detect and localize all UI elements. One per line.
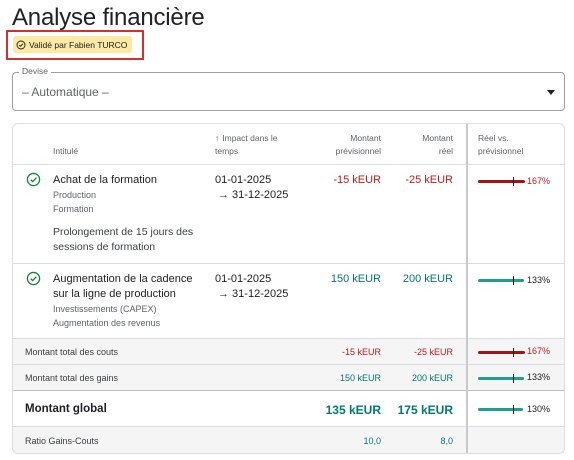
header-impact-line2: temps <box>215 146 239 156</box>
row-description-line2: sessions de formation <box>53 241 156 253</box>
row-end-date: → 31-12-2025 <box>218 288 289 300</box>
costs-total-actual: -25 kEUR <box>413 347 453 357</box>
costs-total-label: Montant total des couts <box>25 347 119 357</box>
row-actual: 200 kEUR <box>402 273 453 285</box>
validation-highlight: Validé par Fabien TURCO <box>6 30 144 60</box>
ratio-row-label: Ratio Gains-Couts <box>25 436 99 446</box>
row-end-date: → 31-12-2025 <box>218 189 289 201</box>
row-forecast: 150 kEUR <box>330 273 381 285</box>
ratio-column-divider <box>466 124 468 453</box>
global-total-actual: 175 kEUR <box>397 403 453 417</box>
global-total-forecast: 135 kEUR <box>325 403 381 417</box>
gains-total-actual: 200 kEUR <box>411 373 453 383</box>
validation-label: Validé par Fabien TURCO <box>29 39 128 50</box>
header-actual[interactable]: Montant réel <box>393 132 453 158</box>
header-impact[interactable]: ↑ Impact dans le temps <box>215 132 278 158</box>
costs-total-forecast: -15 kEUR <box>341 347 381 357</box>
header-forecast-line2: prévisionnel <box>335 146 381 156</box>
check-circle-icon <box>16 40 26 50</box>
ratio-label: 167% <box>527 176 551 186</box>
row-category: Production <box>53 190 97 200</box>
row-description: Prolongement de 15 jours des sessions de… <box>53 225 193 255</box>
page-title: Analyse financière <box>12 4 205 31</box>
ratio-bar <box>478 180 525 183</box>
row-title[interactable]: Achat de la formation <box>53 173 157 188</box>
check-circle-icon <box>26 271 41 286</box>
currency-select-value: – Automatique – <box>22 85 109 99</box>
ratio-bar <box>478 408 523 411</box>
gains-total-forecast: 150 kEUR <box>339 373 381 383</box>
row-dates: 01-01-2025 → 31-12-2025 <box>215 173 288 203</box>
header-actual-line2: réel <box>438 146 453 156</box>
ratio-row-forecast: 10,0 <box>363 436 381 446</box>
ratio-target-marker <box>513 374 514 383</box>
row-title[interactable]: Augmentation de la cadence sur la ligne … <box>53 272 192 302</box>
row-divider <box>13 263 564 264</box>
row-divider <box>13 338 564 339</box>
row-actual: -25 kEUR <box>405 174 453 186</box>
header-divider <box>13 164 564 165</box>
row-divider <box>13 426 564 427</box>
header-ratio[interactable]: Réel vs. prévisionnel <box>478 132 523 158</box>
check-circle-icon <box>26 172 41 187</box>
row-subcategory: Augmentation des revenus <box>53 318 161 328</box>
ratio-target-marker <box>513 405 514 414</box>
row-subcategory: Formation <box>53 204 94 214</box>
row-title-line2: sur la ligne de production <box>53 288 176 300</box>
row-forecast: -15 kEUR <box>333 174 381 186</box>
header-impact-line1: Impact dans le <box>222 133 278 143</box>
ratio-label: 167% <box>527 346 551 356</box>
row-divider <box>13 390 564 391</box>
currency-select[interactable]: Devise – Automatique – <box>12 66 565 111</box>
row-description-line1: Prolongement de 15 jours des <box>53 226 194 238</box>
row-dates: 01-01-2025 → 31-12-2025 <box>215 272 288 302</box>
header-forecast-line1: Montant <box>350 133 381 143</box>
financial-table: Intitulé ↑ Impact dans le temps Montant p… <box>12 123 565 454</box>
row-start-date: 01-01-2025 <box>215 273 272 285</box>
row-divider <box>13 364 564 365</box>
arrow-up-icon: ↑ <box>215 133 220 143</box>
header-ratio-line1: Réel vs. <box>478 133 509 143</box>
row-category: Investissements (CAPEX) <box>53 304 157 314</box>
header-forecast[interactable]: Montant prévisionnel <box>313 132 381 158</box>
validation-badge[interactable]: Validé par Fabien TURCO <box>13 36 133 53</box>
ratio-bar <box>478 351 525 354</box>
ratio-target-marker <box>513 177 514 186</box>
header-actual-line1: Montant <box>422 133 453 143</box>
header-ratio-line2: prévisionnel <box>478 146 524 156</box>
ratio-bar <box>478 279 524 282</box>
dropdown-arrow-icon[interactable] <box>547 90 555 95</box>
header-title[interactable]: Intitulé <box>53 145 78 158</box>
ratio-label: 130% <box>527 404 551 414</box>
row-start-date: 01-01-2025 <box>215 174 272 186</box>
ratio-label: 133% <box>527 372 551 382</box>
ratio-row-actual: 8,0 <box>440 436 453 446</box>
currency-select-legend: Devise <box>19 66 51 76</box>
ratio-label: 133% <box>527 275 551 285</box>
ratio-target-marker <box>513 276 514 285</box>
row-title-line1: Augmentation de la cadence <box>53 273 193 285</box>
ratio-target-marker <box>513 348 514 357</box>
global-total-label: Montant global <box>25 403 107 415</box>
ratio-bar <box>478 377 524 380</box>
gains-total-label: Montant total des gains <box>25 373 119 383</box>
